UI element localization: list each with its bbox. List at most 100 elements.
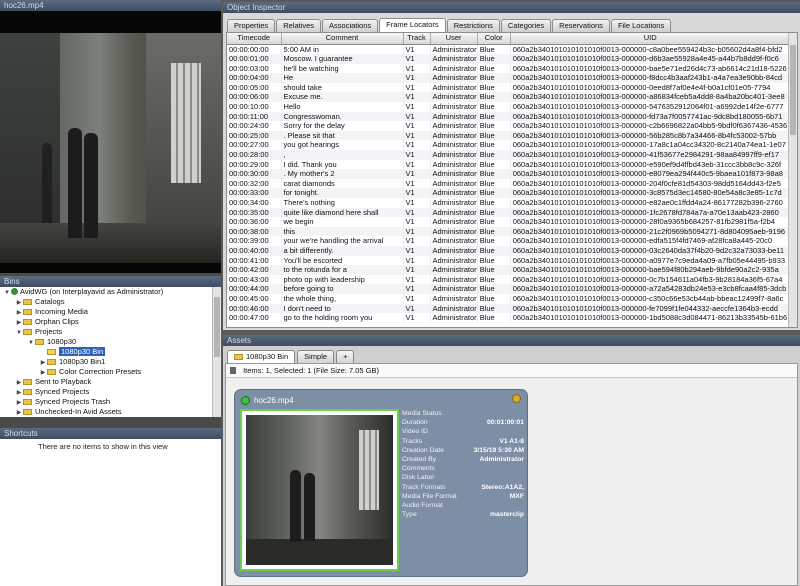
inspector-tab[interactable]: Associations [322,19,379,32]
table-row[interactable]: 00:00:03:00 he'll be watching V1 Administra… [227,63,791,74]
table-row[interactable]: 00:00:32:00 carat diamonds V1 Administrator… [227,178,791,189]
table-cell: Administrator [430,82,478,93]
tree-item[interactable]: ▶ Catalogs [0,297,221,307]
table-row[interactable]: 00:00:28:00, V1 Administrator Blue 060a2b340… [227,150,791,160]
metadata-key: Audio Format [402,501,443,509]
frame-locators-table[interactable]: Timecode Comment Track User Color UID 00:00:0… [226,32,798,328]
table-cell: Blue [477,159,511,170]
table-row[interactable]: 00:00:46:00 I don't need to V1 Administrato… [227,303,791,314]
table-row[interactable]: 00:00:38:00 this V1 Administrator Blue 060a2b… [227,226,791,237]
table-cell: 060a2b340101010101010f0013-000000-c350c6… [510,293,791,304]
table-row[interactable]: 00:00:29:00 I did. Thank you V1 Administrat… [227,159,791,170]
table-cell: V1 [403,130,431,141]
asset-tab[interactable]: 1080p30 Bin [227,350,296,363]
table-row[interactable]: 00:00:42:00 to the rotunda for a V1 Adminis… [227,265,791,275]
table-row[interactable]: 00:00:00:00 5:00 AM in V1 Administrator Blue… [227,44,791,55]
table-cell: Blue [477,54,511,64]
table-row[interactable]: 00:00:34:00 There's nothing V1 Administrato… [227,198,791,208]
column-header[interactable]: User [430,33,478,45]
table-cell: Administrator [430,236,478,246]
tree-item[interactable]: 1080p30 Bin [0,347,221,357]
table-cell: 060a2b340101010101010f0013-000000-c2b669… [510,121,791,131]
table-row[interactable]: 00:00:43:00 photo op with leadership V1 Adm… [227,274,791,285]
table-row[interactable]: 00:00:30:00. My mother's 2 V1 Administrato… [227,169,791,179]
table-row[interactable]: 00:00:24:00 Sorry for the delay V1 Administ… [227,121,791,131]
table-cell: V1 [403,313,431,323]
metadata-row: Disk Label [402,473,524,482]
table-cell: 00:00:28:00 [227,150,282,160]
table-row[interactable]: 00:00:44:00 before going to V1 Administrato… [227,284,791,294]
table-row[interactable]: 00:00:27:00 you got hearings V1 Administrat… [227,140,791,151]
trash-icon[interactable] [230,367,236,374]
column-header[interactable]: Track [403,33,431,45]
folder-icon [23,319,32,325]
table-cell: 00:00:47:00 [227,313,282,323]
inspector-tab[interactable]: Relatives [276,19,322,32]
tree-item[interactable]: ▼ 1080p30 [0,337,221,347]
scroll-thumb[interactable] [790,45,796,135]
table-row[interactable]: 00:00:11:00 Congresswoman. V1 Administrator… [227,111,791,122]
table-cell: Administrator [430,178,478,189]
scroll-thumb[interactable] [214,297,220,357]
lock-icon[interactable] [512,394,521,403]
tree-item[interactable]: ▼ AvidWG (on Interplayavid as Administrat… [0,287,221,297]
table-row[interactable]: 00:00:10:00 Hello V1 Administrator Blue 060a2… [227,102,791,112]
inspector-tab[interactable]: Reservations [552,19,610,32]
table-row[interactable]: 00:00:45:00 the whole thing, V1 Administrat… [227,293,791,304]
table-scrollbar[interactable] [788,33,797,327]
inspector-tab[interactable]: Frame Locators [379,18,446,32]
bins-scrollbar[interactable] [212,287,221,417]
table-row[interactable]: 00:00:41:00 You'll be escorted V1 Administr… [227,255,791,266]
table-cell: should take [281,82,404,93]
inspector-tab[interactable]: File Locations [610,19,672,32]
table-cell: Blue [477,111,511,122]
inspector-tab[interactable]: Restrictions [446,19,500,32]
inspector-tab[interactable]: Categories [500,19,552,32]
tree-item[interactable]: ▶ 1080p30 Bin1 [0,357,221,367]
tree-item[interactable]: ▼ Projects [0,327,221,337]
column-header[interactable]: UID [510,33,791,45]
table-row[interactable]: 00:00:35:00 quite like diamond here shall… [227,207,791,218]
tree-item[interactable]: ▶ Sent to Playback [0,377,221,387]
table-row[interactable]: 00:00:39:00 your we're handling the arriv… [227,236,791,246]
table-row[interactable]: 00:00:40:00 a bit differently. V1 Administr… [227,245,791,256]
tree-item[interactable]: ▶ Synced Projects Trash [0,397,221,407]
table-row[interactable]: 00:00:06:00 Excuse me. V1 Administrator Blue… [227,92,791,103]
table-cell: 060a2b340101010101010f0013-000000-03c264… [510,245,791,256]
collapsed-arrow-icon[interactable]: ▶ [15,408,23,417]
table-row[interactable]: 00:00:01:00 Moscow. I guarantee V1 Administ… [227,54,791,64]
table-cell: Blue [477,178,511,189]
table-row[interactable]: 00:00:33:00 for tonight. V1 Administrator Bl… [227,188,791,198]
table-cell: V1 [403,63,431,74]
metadata-value: V1 A1-8 [499,437,524,445]
bins-tree[interactable]: ▼ AvidWG (on Interplayavid as Administrat… [0,287,221,417]
column-header[interactable]: Timecode [227,33,282,45]
table-cell: Blue [477,236,511,246]
column-header[interactable]: Color [477,33,511,45]
asset-tab[interactable]: Simple [297,350,335,363]
table-cell: Blue [477,313,511,323]
tree-item[interactable]: ▶ Orphan Clips [0,317,221,327]
table-row[interactable]: 00:00:47:00 go to the holding room you V1 A… [227,313,791,323]
table-cell: 060a2b340101010101010f0013-000000-28f0a9… [510,217,791,227]
table-cell: 060a2b340101010101010f0013-000000-a86834… [510,92,791,103]
tree-item[interactable]: ▶ Color Correction Presets [0,367,221,377]
tree-item[interactable]: ▶ Unchecked-In Avid Assets [0,407,221,417]
column-header[interactable]: Comment [281,33,404,45]
asset-thumbnail[interactable] [240,409,399,571]
table-row[interactable]: 00:00:36:00 we begin V1 Administrator Blue 06… [227,217,791,227]
metadata-key: Media Status [402,410,442,417]
table-cell: 060a2b340101010101010f0013-000000-e590ef… [510,159,791,170]
inspector-tab[interactable]: Properties [227,19,276,32]
table-cell: you got hearings [281,140,404,151]
table-row[interactable]: 00:00:04:00 He V1 Administrator Blue 060a2b34… [227,73,791,83]
video-floor [0,223,221,263]
tree-item[interactable]: ▶ Incoming Media [0,307,221,317]
table-cell: Blue [477,73,511,83]
asset-card[interactable]: hoc26.mp4 Media Status Duration 00:01:00:0… [234,389,528,577]
table-row[interactable]: 00:00:25:00. Please sit that V1 Administra… [227,130,791,141]
table-row[interactable]: 00:00:05:00 should take V1 Administrator Blu… [227,82,791,93]
tree-item[interactable]: ▶ Synced Projects [0,387,221,397]
video-player[interactable] [0,11,221,273]
asset-tab[interactable]: + [336,350,355,363]
